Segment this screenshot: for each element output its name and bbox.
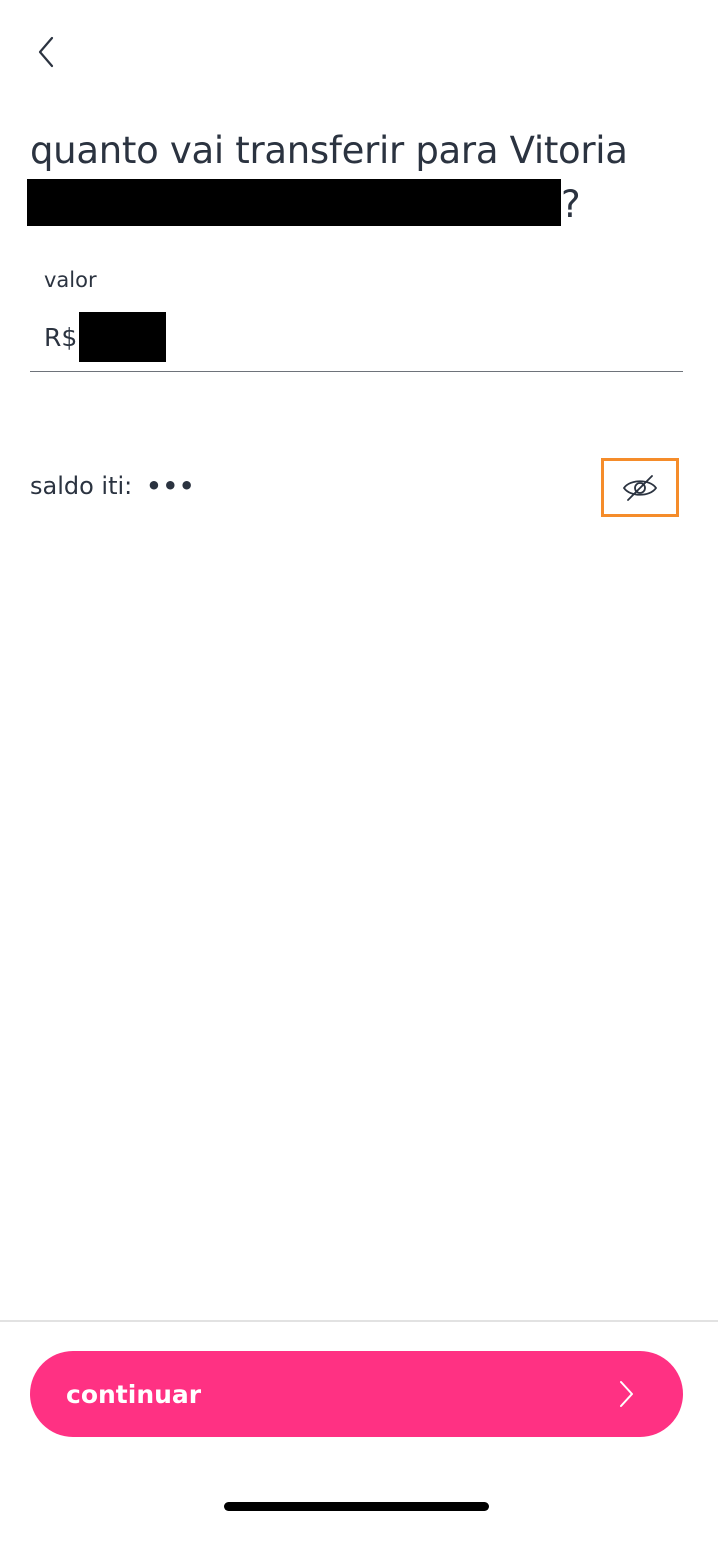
- continue-button[interactable]: continuar: [30, 1351, 683, 1437]
- continue-button-label: continuar: [66, 1379, 202, 1409]
- toggle-balance-visibility-button[interactable]: [601, 458, 679, 517]
- chevron-right-icon: [620, 1381, 633, 1407]
- amount-field-label: valor: [44, 268, 97, 292]
- currency-symbol: R$: [44, 322, 78, 352]
- redacted-amount-value: [79, 312, 167, 362]
- amount-input[interactable]: R$: [44, 312, 167, 362]
- home-indicator: [224, 1502, 489, 1511]
- balance-masked-value: •••: [146, 472, 196, 500]
- redacted-recipient-name: [27, 179, 561, 226]
- footer-divider: [0, 1320, 718, 1322]
- transfer-amount-screen: quanto vai transferir para Vitoria ? val…: [0, 0, 718, 1558]
- balance-label: saldo iti:: [30, 472, 133, 500]
- eye-off-icon: [622, 474, 658, 501]
- title-suffix: ?: [561, 183, 581, 226]
- balance-row: saldo iti: •••: [30, 472, 195, 500]
- back-button[interactable]: [26, 30, 66, 74]
- title-text: quanto vai transferir para Vitoria: [30, 129, 628, 172]
- amount-field[interactable]: valor R$: [30, 264, 683, 372]
- chevron-left-icon: [38, 36, 54, 68]
- page-title: quanto vai transferir para Vitoria ?: [27, 124, 690, 232]
